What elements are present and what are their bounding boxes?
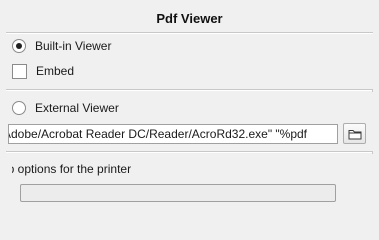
section-separator-edge [372, 89, 373, 92]
embed-label: Embed [36, 64, 75, 78]
printer-section-separator-edge [372, 151, 373, 154]
radio-button-icon[interactable] [12, 101, 26, 115]
browse-button[interactable] [343, 123, 366, 144]
printer-options-label: lp options for the printer [12, 162, 132, 176]
panel-title: Pdf Viewer [156, 11, 223, 26]
external-viewer-path-input[interactable]: Adobe/Acrobat Reader DC/Reader/AcroRd32.… [8, 124, 338, 144]
builtin-viewer-radio[interactable]: Built-in Viewer [12, 37, 111, 55]
radio-button-icon[interactable] [12, 39, 26, 53]
external-viewer-radio[interactable]: External Viewer [12, 99, 119, 117]
builtin-viewer-label: Built-in Viewer [35, 39, 112, 53]
printer-options-input[interactable] [20, 184, 336, 202]
external-viewer-label: External Viewer [35, 101, 119, 115]
section-separator [6, 89, 373, 91]
checkbox-icon[interactable] [12, 63, 27, 79]
printer-section-separator [6, 151, 373, 153]
title-separator [6, 32, 373, 34]
embed-checkbox[interactable]: Embed [12, 62, 74, 80]
folder-icon [348, 129, 361, 139]
